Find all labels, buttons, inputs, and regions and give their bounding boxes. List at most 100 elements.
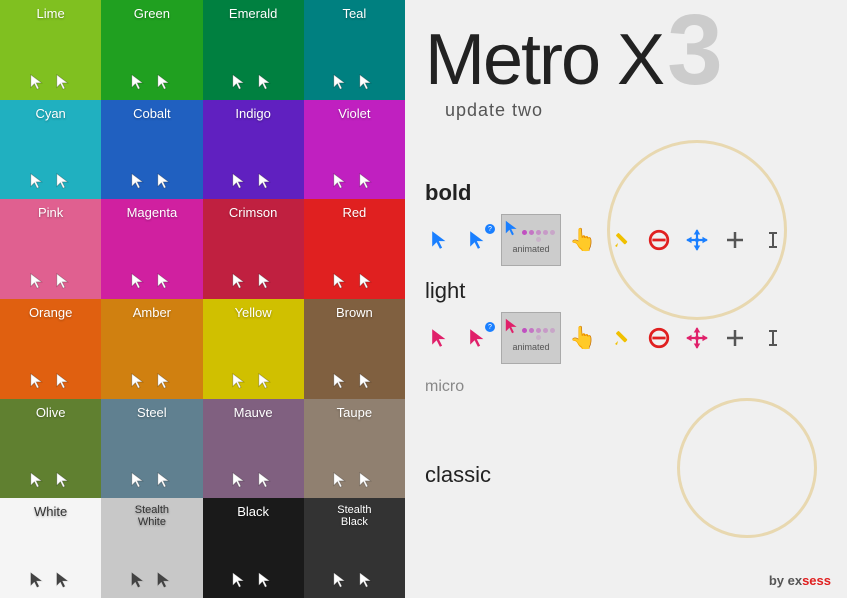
tile-steel[interactable]: Steel: [101, 399, 202, 499]
app-title-area: Metro X 3 update two: [425, 10, 723, 100]
tile-arrow-1-mauve: [256, 470, 276, 490]
tile-label-stealthwhite: Stealth White: [109, 504, 194, 528]
tile-magenta[interactable]: Magenta: [101, 199, 202, 299]
tile-cursors-emerald: [211, 68, 296, 92]
light-cursor-text: [757, 322, 789, 354]
deco-circle-2: [677, 398, 817, 538]
tile-taupe[interactable]: Taupe: [304, 399, 405, 499]
tile-arrow-1-stealthblack: [357, 570, 377, 590]
tile-cyan[interactable]: Cyan: [0, 100, 101, 200]
tile-arrow-1-cobalt: [155, 171, 175, 191]
tile-mauve[interactable]: Mauve: [203, 399, 304, 499]
bold-cursor-text: [757, 224, 789, 256]
tile-cursors-yellow: [211, 367, 296, 391]
tile-cursors-red: [312, 267, 397, 291]
tile-white[interactable]: White: [0, 498, 101, 598]
tile-arrow-1-magenta: [155, 271, 175, 291]
tile-teal[interactable]: Teal: [304, 0, 405, 100]
tile-olive[interactable]: Olive: [0, 399, 101, 499]
tile-label-brown: Brown: [312, 305, 397, 320]
tile-arrow-0-brown: [331, 371, 351, 391]
tile-arrow-1-white: [54, 570, 74, 590]
tile-arrow-0-red: [331, 271, 351, 291]
tile-cursors-magenta: [109, 267, 194, 291]
tile-arrow-1-emerald: [256, 72, 276, 92]
tile-cursors-taupe: [312, 466, 397, 490]
tile-yellow[interactable]: Yellow: [203, 299, 304, 399]
bold-cursor-pencil: [605, 224, 637, 256]
tile-cursors-black: [211, 566, 296, 590]
tile-label-cobalt: Cobalt: [109, 106, 194, 121]
tile-arrow-0-stealthblack: [331, 570, 351, 590]
light-cursor-badge: ?: [463, 322, 495, 354]
tile-arrow-0-black: [230, 570, 250, 590]
bold-cursor-row: ? animated 👆: [425, 214, 789, 266]
tile-pink[interactable]: Pink: [0, 199, 101, 299]
tile-label-amber: Amber: [109, 305, 194, 320]
tile-arrow-1-red: [357, 271, 377, 291]
tile-arrow-1-lime: [54, 72, 74, 92]
light-cursor-pencil: [605, 322, 637, 354]
tile-arrow-0-lime: [28, 72, 48, 92]
tile-label-violet: Violet: [312, 106, 397, 121]
tile-cursors-green: [109, 68, 194, 92]
tile-black[interactable]: Black: [203, 498, 304, 598]
tile-cursors-violet: [312, 167, 397, 191]
tile-emerald[interactable]: Emerald: [203, 0, 304, 100]
tile-arrow-1-stealthwhite: [155, 570, 175, 590]
tile-arrow-1-steel: [155, 470, 175, 490]
tile-cursors-white: [8, 566, 93, 590]
light-cursor-normal: [425, 322, 457, 354]
tile-label-pink: Pink: [8, 205, 93, 220]
tile-arrow-1-orange: [54, 371, 74, 391]
tile-arrow-0-orange: [28, 371, 48, 391]
tile-cursors-brown: [312, 367, 397, 391]
tile-stealthwhite[interactable]: Stealth White: [101, 498, 202, 598]
tile-arrow-0-olive: [28, 470, 48, 490]
tile-lime[interactable]: Lime: [0, 0, 101, 100]
right-panel: Metro X 3 update two bold ?: [405, 0, 847, 598]
tile-arrow-1-taupe: [357, 470, 377, 490]
tile-violet[interactable]: Violet: [304, 100, 405, 200]
tile-cursors-steel: [109, 466, 194, 490]
tile-arrow-0-emerald: [230, 72, 250, 92]
tile-crimson[interactable]: Crimson: [203, 199, 304, 299]
tile-amber[interactable]: Amber: [101, 299, 202, 399]
byline: by exsess: [769, 573, 831, 588]
light-cursor-move: [681, 322, 713, 354]
byline-ex: ex: [788, 573, 802, 588]
tile-arrow-0-violet: [331, 171, 351, 191]
tile-label-emerald: Emerald: [211, 6, 296, 21]
tile-brown[interactable]: Brown: [304, 299, 405, 399]
tile-red[interactable]: Red: [304, 199, 405, 299]
tile-green[interactable]: Green: [101, 0, 202, 100]
tile-arrow-1-violet: [357, 171, 377, 191]
tile-cursors-lime: [8, 68, 93, 92]
tile-label-teal: Teal: [312, 6, 397, 21]
section-micro-label: micro: [425, 378, 464, 396]
tile-cursors-cyan: [8, 167, 93, 191]
tile-indigo[interactable]: Indigo: [203, 100, 304, 200]
tile-arrow-0-indigo: [230, 171, 250, 191]
tile-label-lime: Lime: [8, 6, 93, 21]
tile-arrow-1-green: [155, 72, 175, 92]
tile-cursors-olive: [8, 466, 93, 490]
tile-arrow-1-cyan: [54, 171, 74, 191]
section-classic-label: classic: [425, 462, 491, 488]
light-cursor-blocked: [643, 322, 675, 354]
bold-cursor-normal: [425, 224, 457, 256]
section-micro: micro coming soon :): [425, 378, 464, 404]
tile-cursors-stealthwhite: [109, 566, 194, 590]
metro-label: Metro X: [425, 24, 663, 96]
tile-arrow-0-green: [129, 72, 149, 92]
bold-cursor-badge: ?: [463, 224, 495, 256]
tile-cursors-amber: [109, 367, 194, 391]
light-cursor-row: ? animated 👆: [425, 312, 789, 364]
version-number: 3: [667, 0, 723, 100]
tile-label-stealthblack: Stealth Black: [312, 504, 397, 528]
tile-orange[interactable]: Orange: [0, 299, 101, 399]
tile-stealthblack[interactable]: Stealth Black: [304, 498, 405, 598]
tile-cobalt[interactable]: Cobalt: [101, 100, 202, 200]
tile-arrow-1-pink: [54, 271, 74, 291]
tile-label-steel: Steel: [109, 405, 194, 420]
